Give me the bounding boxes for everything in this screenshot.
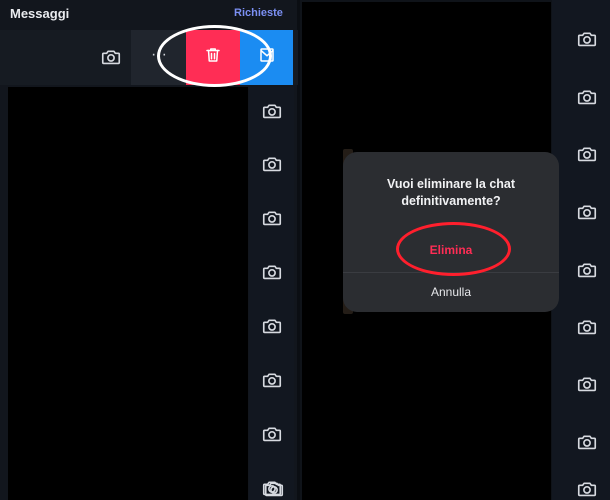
- camera-icon[interactable]: [576, 316, 598, 338]
- camera-icon[interactable]: [100, 46, 122, 68]
- camera-icon[interactable]: [261, 369, 283, 391]
- camera-icon[interactable]: [261, 207, 283, 229]
- camera-column: [552, 0, 610, 500]
- camera-icon[interactable]: [261, 315, 283, 337]
- highlight-circle: [396, 222, 511, 276]
- dialog-title: Vuoi eliminare la chat definitivamente?: [386, 177, 516, 208]
- camera-icon[interactable]: [576, 28, 598, 50]
- camera-icon[interactable]: [261, 261, 283, 283]
- camera-icon[interactable]: [261, 100, 283, 122]
- camera-icon[interactable]: [576, 373, 598, 395]
- camera-column: [249, 87, 294, 500]
- camera-icon[interactable]: [263, 478, 285, 500]
- page-title: Messaggi: [10, 6, 70, 21]
- camera-icon[interactable]: [576, 478, 598, 500]
- camera-icon[interactable]: [261, 153, 283, 175]
- camera-icon[interactable]: [576, 143, 598, 165]
- cancel-button[interactable]: Annulla: [343, 285, 559, 299]
- requests-link[interactable]: Richieste: [234, 7, 283, 19]
- chat-thumbnail: [8, 87, 248, 500]
- camera-icon[interactable]: [576, 431, 598, 453]
- highlight-circle: [157, 25, 272, 87]
- camera-icon[interactable]: [261, 423, 283, 445]
- camera-icon[interactable]: [576, 86, 598, 108]
- camera-icon[interactable]: [576, 259, 598, 281]
- camera-icon[interactable]: [576, 201, 598, 223]
